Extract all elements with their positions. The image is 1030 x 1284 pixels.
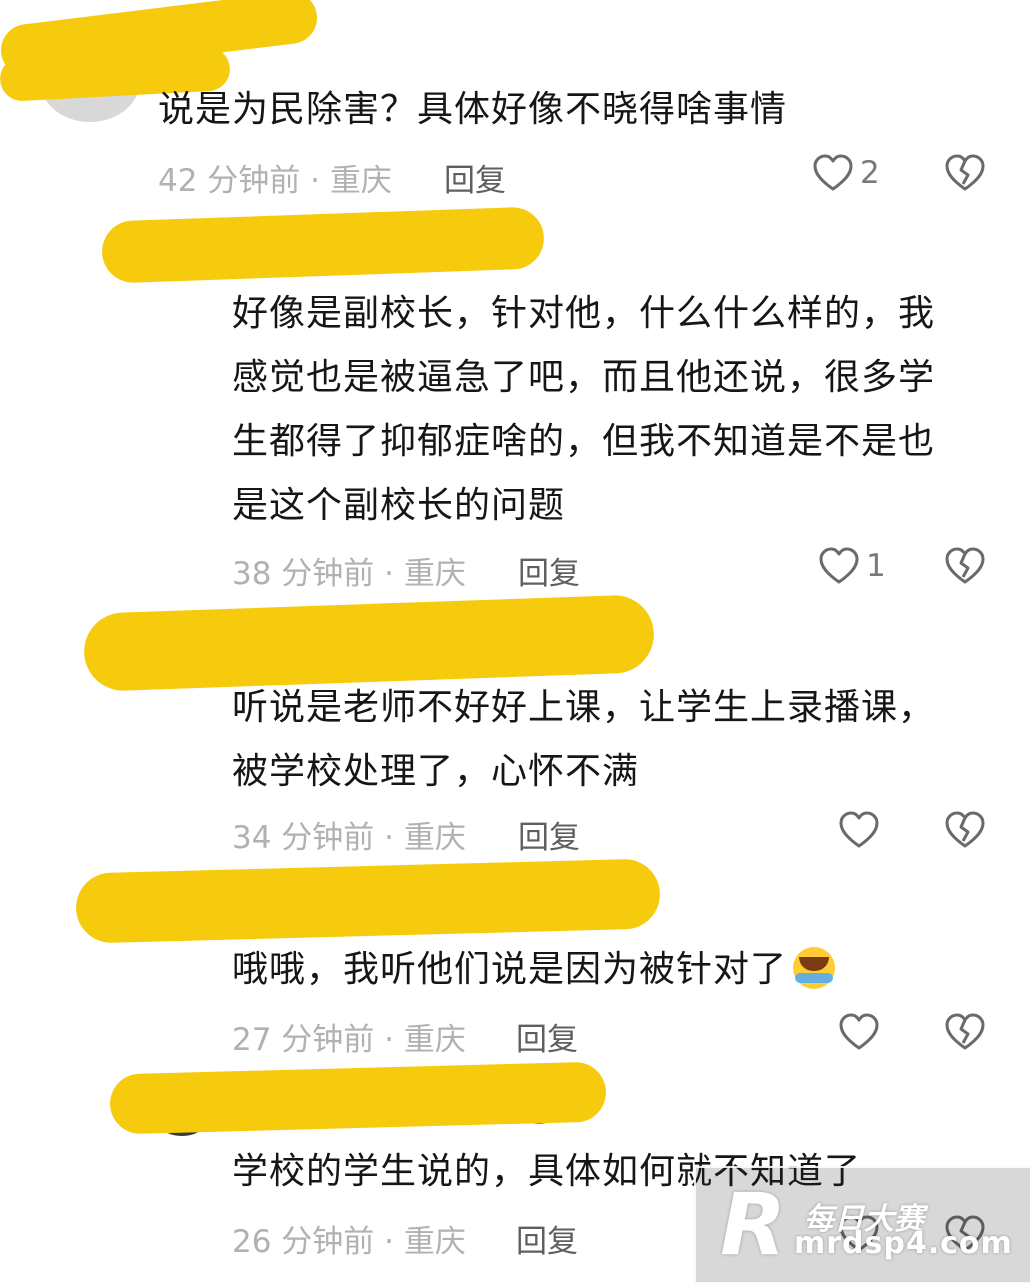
heart-outline-icon (818, 546, 860, 586)
watermark: R 每日大赛 mrdsp4.com (694, 1166, 1030, 1284)
comment-line: 好像是副校长，针对他，什么什么样的，我 (232, 293, 936, 334)
comment-text: 好像是副校长，针对他，什么什么样的，我 感觉也是被逼急了吧，而且他还说，很多学 … (232, 282, 935, 538)
comment-text: 哦哦，我听他们说是因为被针对了 (232, 938, 836, 1002)
broken-heart-icon[interactable] (944, 153, 986, 193)
comment-text: 说是为民除害？具体好像不晓得啥事情 (158, 89, 788, 130)
reply-button[interactable]: 回复 (518, 548, 580, 593)
laughing-crying-emoji-icon (793, 947, 836, 989)
reply-button[interactable]: 回复 (444, 155, 506, 200)
like-button[interactable] (838, 810, 886, 850)
comment-meta: 27 分钟前 · 重庆 (232, 1022, 466, 1058)
comment-line: 被学校处理了，心怀不满 (232, 751, 640, 792)
comment-line: 听说是老师不好好上课，让学生上录播课， (232, 687, 936, 728)
reply-button[interactable]: 回复 (518, 812, 580, 857)
like-button[interactable]: 2 (812, 153, 880, 193)
reply-button[interactable]: 回复 (516, 1216, 578, 1261)
watermark-site: mrdsp4.com (794, 1226, 1013, 1261)
comment-text-body: 哦哦，我听他们说是因为被针对了 (232, 949, 788, 990)
like-button[interactable]: 1 (818, 546, 886, 586)
like-count: 1 (866, 548, 886, 584)
broken-heart-icon[interactable] (944, 810, 986, 850)
redaction-mark (101, 206, 545, 284)
comment-meta: 38 分钟前 · 重庆 (232, 556, 466, 592)
broken-heart-icon[interactable] (944, 1012, 986, 1052)
heart-outline-icon (838, 810, 880, 850)
comment-line: 感觉也是被逼急了吧，而且他还说，很多学 (232, 357, 936, 398)
like-button[interactable] (838, 1012, 886, 1052)
comment-meta: 34 分钟前 · 重庆 (232, 820, 466, 856)
redaction-mark (109, 1061, 607, 1135)
heart-outline-icon (838, 1012, 880, 1052)
comment-meta: 26 分钟前 · 重庆 (232, 1224, 466, 1260)
comment-line: 生都得了抑郁症啥的，但我不知道是不是也 (232, 421, 936, 462)
heart-outline-icon (812, 153, 854, 193)
comment-text: 听说是老师不好好上课，让学生上录播课， 被学校处理了，心怀不满 (232, 676, 935, 804)
broken-heart-icon[interactable] (944, 546, 986, 586)
comment-meta: 42 分钟前 · 重庆 (158, 163, 392, 199)
comment-line: 是这个副校长的问题 (232, 485, 566, 526)
watermark-logo: R (720, 1175, 787, 1275)
redaction-mark (75, 858, 661, 944)
reply-button[interactable]: 回复 (516, 1014, 578, 1059)
like-count: 2 (860, 155, 880, 191)
